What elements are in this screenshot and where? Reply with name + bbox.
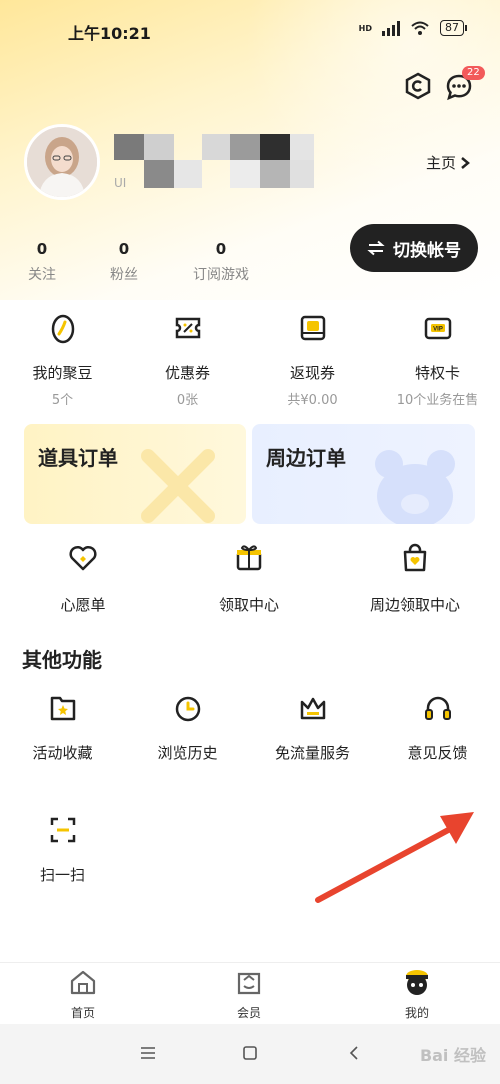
- folder-star-icon: [50, 696, 75, 721]
- function-label: 浏览历史: [157, 744, 218, 762]
- scan-icon: [50, 817, 75, 843]
- avatar[interactable]: [24, 124, 100, 200]
- chevron-right-icon: [461, 156, 470, 169]
- crossed-swords-icon: [141, 449, 215, 523]
- status-icons: HD 87: [358, 20, 467, 36]
- function-label: 活动收藏: [32, 744, 93, 762]
- stat-followers[interactable]: 0 粉丝: [104, 240, 144, 284]
- bean-icon: [51, 314, 74, 344]
- wallet-title: 优惠券: [164, 364, 210, 382]
- nav-label: 会员: [236, 1006, 261, 1020]
- nav-me[interactable]: 我的: [334, 968, 500, 1021]
- menu-icon[interactable]: [140, 1046, 156, 1060]
- clock-icon: [175, 696, 200, 722]
- shortcut-label: 心愿单: [60, 596, 106, 614]
- home-square-icon[interactable]: [242, 1045, 258, 1061]
- stat-label: 关注: [28, 267, 56, 283]
- card-title: 周边订单: [266, 446, 346, 470]
- battery-icon: 87: [440, 20, 467, 36]
- svg-text:VIP: VIP: [433, 327, 443, 333]
- status-time: 上午10:21: [68, 24, 151, 43]
- swap-icon: [367, 240, 385, 256]
- homepage-link[interactable]: 主页: [426, 152, 470, 173]
- heart-icon: [69, 545, 97, 571]
- signal-icon: [382, 20, 400, 36]
- feedback[interactable]: 意见反馈: [375, 692, 500, 763]
- section-title: 其他功能: [22, 648, 102, 672]
- switch-account-button[interactable]: 切换帐号: [350, 224, 478, 272]
- wallet-title: 特权卡: [414, 364, 460, 382]
- annotation-arrow-icon: [315, 812, 474, 903]
- stat-value: 0: [215, 240, 227, 258]
- card-title: 道具订单: [38, 446, 118, 470]
- shortcut-label: 周边领取中心: [369, 596, 460, 614]
- stat-value: 0: [118, 240, 130, 258]
- wishlist-shortcut[interactable]: 心愿单: [0, 542, 166, 615]
- wallet-title: 我的聚豆: [32, 364, 93, 382]
- nav-label: 首页: [70, 1006, 95, 1020]
- stat-label: 订阅游戏: [193, 267, 249, 283]
- bear-icon: [375, 450, 455, 524]
- crown-icon: [300, 697, 325, 720]
- wallet-privilege-card[interactable]: VIP 特权卡 10个业务在售: [375, 312, 500, 408]
- homepage-label: 主页: [426, 154, 457, 172]
- member-icon: [237, 972, 261, 995]
- stat-value: 0: [36, 240, 48, 258]
- wallet-beans[interactable]: 我的聚豆 5个: [0, 312, 125, 408]
- wallet-sub: 0张: [176, 393, 199, 408]
- watermark: Bai 经验: [419, 1046, 486, 1065]
- function-label: 免流量服务: [274, 744, 350, 762]
- wallet-coupons[interactable]: 优惠券 0张: [125, 312, 250, 408]
- shortcut-label: 领取中心: [218, 596, 279, 614]
- wifi-icon: [411, 21, 429, 35]
- headphones-icon: [424, 696, 451, 720]
- stat-subscribed-games[interactable]: 0 订阅游戏: [188, 240, 254, 284]
- mascot-icon: [406, 970, 428, 995]
- battery-level: 87: [445, 21, 459, 34]
- uid-prefix: UI: [114, 176, 127, 190]
- activity-favorites[interactable]: 活动收藏: [0, 692, 125, 763]
- function-label: 意见反馈: [407, 744, 468, 762]
- scan[interactable]: 扫一扫: [0, 814, 125, 885]
- hexagon-settings-icon[interactable]: [404, 72, 432, 100]
- wallet-cashback[interactable]: 返现券 共¥0.00: [250, 312, 375, 408]
- coupon-icon: [175, 317, 200, 339]
- browse-history[interactable]: 浏览历史: [125, 692, 250, 763]
- hd-indicator: HD: [358, 23, 372, 33]
- wallet-sub: 共¥0.00: [287, 393, 338, 408]
- gift-icon: [236, 545, 262, 571]
- stat-label: 粉丝: [110, 267, 138, 283]
- nav-label: 我的: [404, 1006, 429, 1020]
- shopping-bag-icon: [403, 543, 427, 572]
- merch-order-card[interactable]: 周边订单: [252, 424, 475, 524]
- back-icon[interactable]: [348, 1045, 360, 1061]
- nav-member[interactable]: 会员: [166, 968, 332, 1021]
- vip-card-icon: VIP: [424, 317, 451, 340]
- cashback-icon: [300, 315, 325, 341]
- avatar-image: [27, 127, 97, 197]
- wallet-sub: 5个: [51, 393, 74, 408]
- switch-account-label: 切换帐号: [393, 240, 461, 261]
- message-badge: 22: [462, 66, 485, 80]
- wallet-title: 返现券: [289, 364, 335, 382]
- nav-home[interactable]: 首页: [0, 968, 166, 1021]
- props-order-card[interactable]: 道具订单: [24, 424, 246, 524]
- free-data-service[interactable]: 免流量服务: [250, 692, 375, 763]
- wallet-sub: 10个业务在售: [396, 393, 479, 408]
- claim-center-shortcut[interactable]: 领取中心: [166, 542, 332, 615]
- username-blurred: [114, 134, 314, 188]
- stat-following[interactable]: 0 关注: [22, 240, 62, 284]
- home-icon: [70, 970, 96, 995]
- function-label: 扫一扫: [39, 866, 85, 884]
- merch-claim-center-shortcut[interactable]: 周边领取中心: [332, 542, 498, 615]
